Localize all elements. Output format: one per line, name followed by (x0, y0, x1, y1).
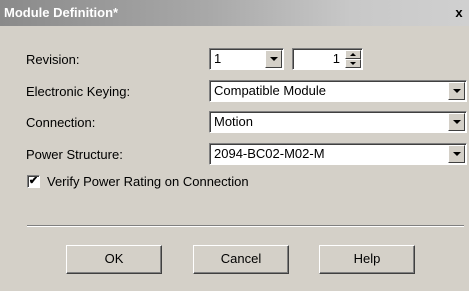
close-icon[interactable]: x (452, 6, 466, 20)
revision-major-value: 1 (214, 51, 222, 66)
ok-button[interactable]: OK (66, 245, 162, 274)
electronic-keying-value: Compatible Module (214, 83, 327, 98)
spin-buttons (345, 50, 361, 68)
spin-down-icon[interactable] (345, 59, 361, 68)
verify-power-rating-checkbox[interactable]: ✔ (27, 175, 40, 188)
connection-label: Connection: (26, 115, 96, 130)
title-bar: Module Definition* x (0, 0, 469, 26)
help-button[interactable]: Help (319, 245, 415, 274)
connection-value: Motion (214, 114, 254, 129)
electronic-keying-label: Electronic Keying: (26, 84, 131, 99)
chevron-down-icon[interactable] (265, 50, 282, 68)
chevron-down-icon[interactable] (448, 113, 465, 131)
module-definition-dialog: Module Definition* x Revision: 1 1 Elect… (0, 0, 469, 291)
revision-minor-stepper[interactable]: 1 (292, 48, 363, 70)
dialog-title: Module Definition* (4, 5, 119, 20)
power-structure-value: 2094-BC02-M02-M (214, 146, 325, 161)
chevron-down-icon[interactable] (448, 82, 465, 100)
revision-minor-value: 1 (332, 51, 340, 66)
power-structure-label: Power Structure: (26, 147, 123, 162)
cancel-button[interactable]: Cancel (193, 245, 289, 274)
chevron-down-icon[interactable] (448, 145, 465, 163)
power-structure-select[interactable]: 2094-BC02-M02-M (209, 143, 467, 165)
connection-select[interactable]: Motion (209, 111, 467, 133)
spin-up-icon[interactable] (345, 50, 361, 59)
electronic-keying-select[interactable]: Compatible Module (209, 80, 467, 102)
separator-highlight (27, 226, 464, 227)
verify-power-rating-label[interactable]: Verify Power Rating on Connection (47, 174, 249, 189)
revision-major-select[interactable]: 1 (209, 48, 284, 70)
revision-label: Revision: (26, 52, 80, 67)
